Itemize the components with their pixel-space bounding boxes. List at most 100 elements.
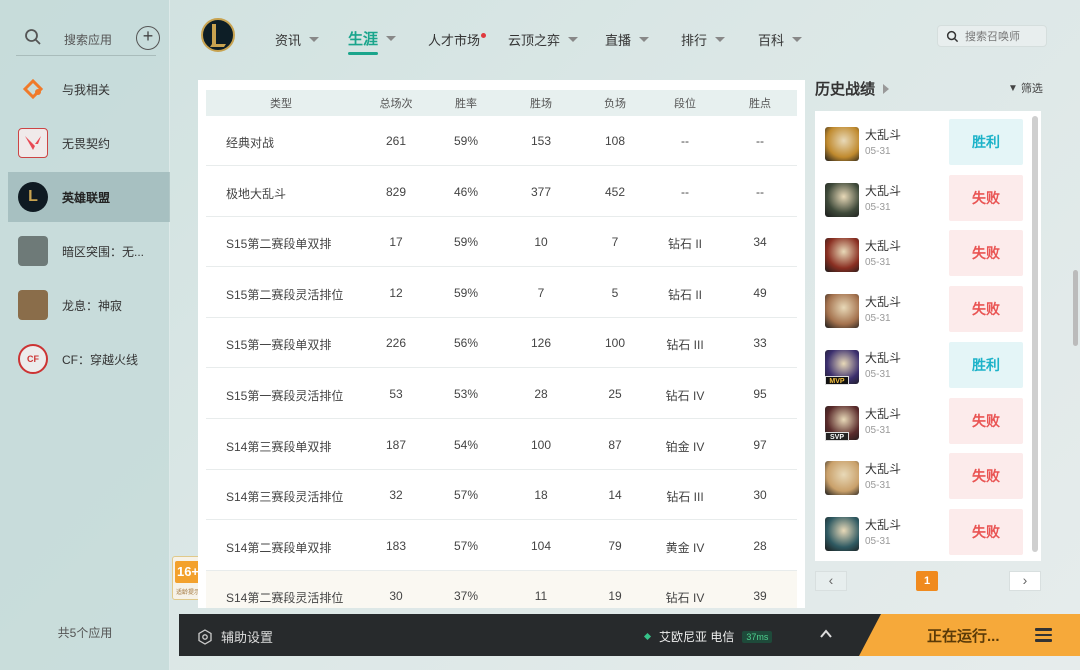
- cell-total: 32: [389, 488, 403, 503]
- cell-lp: 95: [753, 387, 767, 401]
- match-date: 05-31: [865, 257, 891, 269]
- table-row[interactable]: S14第二赛段灵活排位 30 37% 11 19 钻石 IV 39: [206, 571, 797, 608]
- nav-tft[interactable]: 云顶之弈: [508, 30, 579, 49]
- match-result: 胜利: [949, 341, 1023, 388]
- nav-news[interactable]: 资讯: [275, 30, 320, 49]
- filter-button[interactable]: ▼ 筛选: [1008, 80, 1043, 96]
- champion-avatar: [825, 516, 859, 551]
- match-history-title[interactable]: 历史战绩: [815, 78, 890, 99]
- running-status-button[interactable]: 正在运行...: [859, 614, 1080, 656]
- nav-ranking[interactable]: 排行: [681, 30, 726, 49]
- table-row[interactable]: S15第一赛段灵活排位 53 53% 28 25 钻石 IV 95: [206, 369, 797, 419]
- next-page-button[interactable]: ›: [1009, 571, 1041, 591]
- table-row[interactable]: S14第二赛段单双排 183 57% 104 79 黄金 IV 28: [206, 521, 797, 571]
- chevron-up-icon[interactable]: [819, 627, 833, 641]
- cell-win: 11: [534, 589, 548, 604]
- match-item[interactable]: MVP 大乱斗 05-31 胜利: [825, 341, 1023, 398]
- table-row[interactable]: S15第一赛段单双排 226 56% 126 100 钻石 III 33: [206, 318, 797, 369]
- nav-talent-market[interactable]: 人才市场: [428, 30, 487, 49]
- hexagon-settings-icon: [198, 628, 212, 645]
- match-item[interactable]: SVP 大乱斗 05-31 失败: [825, 397, 1023, 454]
- cell-win: 104: [530, 538, 552, 553]
- summoner-search-placeholder: 搜索召唤师: [965, 31, 1020, 43]
- arena-breakout-icon: [18, 236, 48, 266]
- match-mode: 大乱斗: [865, 462, 902, 477]
- prev-page-button[interactable]: ‹: [815, 571, 847, 591]
- table-row[interactable]: S14第三赛段灵活排位 32 57% 18 14 钻石 III 30: [206, 470, 797, 521]
- page-scrollbar[interactable]: [1073, 270, 1078, 346]
- champion-avatar: [825, 294, 859, 329]
- app-search[interactable]: 搜索应用 +: [16, 22, 160, 56]
- match-item[interactable]: 大乱斗 05-31 失败: [825, 230, 1023, 286]
- sidebar-item-label: 无畏契约: [62, 136, 111, 151]
- current-page[interactable]: 1: [916, 571, 938, 591]
- cell-win: 18: [534, 488, 548, 503]
- sidebar-item-related[interactable]: 与我相关: [8, 64, 170, 114]
- cell-tier: 钻石 III: [666, 338, 704, 353]
- cell-loss: 14: [608, 488, 622, 503]
- sidebar-item-lol[interactable]: L 英雄联盟: [8, 172, 170, 222]
- cell-loss: 25: [608, 387, 622, 401]
- cell-lp: --: [756, 184, 764, 199]
- sidebar-item-label: 暗区突围：无...: [62, 244, 145, 259]
- chevron-down-icon: [639, 37, 650, 42]
- menu-icon[interactable]: [1035, 628, 1052, 642]
- cell-rate: 37%: [453, 589, 479, 604]
- cell-type: S14第二赛段单双排: [226, 540, 332, 555]
- cell-tier: 钻石 II: [667, 237, 702, 252]
- cell-win: 28: [534, 387, 548, 401]
- app-search-label: 搜索应用: [64, 33, 113, 47]
- cell-lp: 28: [753, 538, 767, 553]
- match-item[interactable]: 大乱斗 05-31 失败: [825, 508, 1023, 565]
- filter-label: 筛选: [1020, 83, 1043, 95]
- lol-icon: L: [18, 182, 48, 212]
- sidebar-item-dragon-breath[interactable]: 龙息：神寂: [8, 280, 170, 330]
- cell-win: 100: [530, 437, 552, 452]
- match-item[interactable]: 大乱斗 05-31 失败: [825, 286, 1023, 342]
- sidebar-item-valorant[interactable]: 无畏契约: [8, 118, 170, 168]
- nav-label: 百科: [758, 33, 785, 48]
- match-result: 失败: [949, 286, 1023, 333]
- match-date: 05-31: [865, 368, 891, 380]
- cell-total: 30: [389, 589, 403, 604]
- nav-live[interactable]: 直播: [605, 30, 650, 49]
- table-row[interactable]: S15第二赛段单双排 17 59% 10 7 钻石 II 34: [206, 217, 797, 268]
- match-item[interactable]: 大乱斗 05-31 失败: [825, 174, 1023, 231]
- app-count: 共5个应用: [57, 626, 113, 640]
- valorant-icon: [18, 128, 48, 158]
- cell-win: 126: [530, 336, 552, 351]
- filter-icon: ▼: [1008, 82, 1018, 94]
- chevron-down-icon: [386, 36, 397, 41]
- cell-rate: 53%: [453, 387, 479, 401]
- cell-lp: 39: [753, 589, 767, 604]
- server-status-icon: [643, 632, 652, 641]
- table-row[interactable]: S15第二赛段灵活排位 12 59% 7 5 钻石 II 49: [206, 268, 797, 318]
- nav-wiki[interactable]: 百科: [758, 30, 803, 49]
- cell-loss: 79: [608, 538, 622, 553]
- sidebar-item-arena-breakout[interactable]: 暗区突围：无...: [8, 226, 170, 276]
- cell-rate: 57%: [453, 488, 479, 503]
- match-item[interactable]: 大乱斗 05-31 失败: [825, 453, 1023, 509]
- cell-total: 829: [385, 184, 407, 199]
- add-app-button[interactable]: +: [136, 26, 160, 50]
- table-row[interactable]: S14第三赛段单双排 187 54% 100 87 铂金 IV 97: [206, 420, 797, 470]
- cell-loss: 7: [611, 235, 619, 250]
- match-mode: 大乱斗: [865, 183, 902, 198]
- summoner-search-input[interactable]: 搜索召唤师: [937, 25, 1047, 47]
- cell-rate: 56%: [453, 336, 479, 351]
- cell-win: 377: [530, 184, 552, 199]
- assist-settings-button[interactable]: 辅助设置: [197, 627, 273, 646]
- sidebar-item-crossfire[interactable]: CF CF：穿越火线: [8, 334, 170, 384]
- ping-badge: 37ms: [742, 630, 773, 643]
- cell-type: S15第一赛段灵活排位: [226, 389, 344, 403]
- table-row[interactable]: 经典对战 261 59% 153 108 -- --: [206, 116, 797, 166]
- history-scrollbar[interactable]: [1032, 116, 1038, 552]
- server-status[interactable]: 艾欧尼亚 电信 37ms: [643, 628, 773, 645]
- match-item[interactable]: 大乱斗 05-31 胜利: [825, 119, 1023, 175]
- cell-tier: 钻石 II: [667, 287, 702, 302]
- header-total: 总场次: [379, 98, 413, 110]
- table-row[interactable]: 极地大乱斗 829 46% 377 452 -- --: [206, 167, 797, 217]
- cell-rate: 57%: [453, 538, 479, 553]
- nav-career[interactable]: 生涯: [348, 28, 397, 55]
- match-mode: 大乱斗: [865, 406, 902, 421]
